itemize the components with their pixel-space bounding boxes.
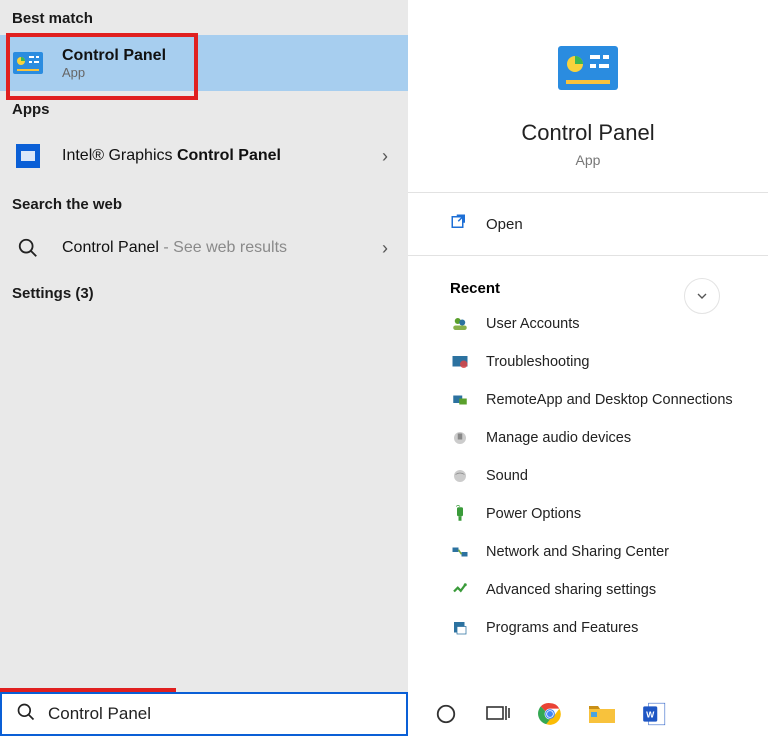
recent-item[interactable]: Manage audio devices — [408, 419, 768, 457]
recent-item[interactable]: Sound — [408, 457, 768, 495]
details-title: Control Panel — [408, 120, 768, 146]
chevron-right-icon: › — [382, 146, 388, 167]
recent-item-icon — [450, 466, 470, 486]
section-search-web: Search the web — [0, 186, 408, 221]
word-button[interactable]: W — [632, 694, 676, 734]
open-action[interactable]: Open — [408, 193, 768, 255]
task-view-button[interactable] — [476, 694, 520, 734]
recent-item-icon — [450, 504, 470, 524]
recent-item-label: User Accounts — [486, 316, 580, 332]
recent-item-icon — [450, 314, 470, 334]
app-result-title: Intel® Graphics Control Panel — [62, 147, 281, 165]
taskbar-search[interactable] — [0, 692, 408, 736]
recent-item-label: Sound — [486, 468, 528, 484]
recent-item-label: Network and Sharing Center — [486, 544, 669, 560]
recent-item[interactable]: User Accounts — [408, 305, 768, 343]
search-icon — [12, 232, 44, 264]
best-match-subtitle: App — [62, 65, 166, 80]
recent-item[interactable]: Power Options — [408, 495, 768, 533]
recent-item[interactable]: Programs and Features — [408, 609, 768, 647]
cortana-button[interactable] — [424, 694, 468, 734]
chevron-right-icon: › — [382, 238, 388, 259]
recent-item-label: Manage audio devices — [486, 430, 631, 446]
recent-item-icon — [450, 352, 470, 372]
recent-item-label: Troubleshooting — [486, 354, 589, 370]
recent-item-icon — [450, 618, 470, 638]
recent-item-label: RemoteApp and Desktop Connections — [486, 392, 733, 408]
recent-item[interactable]: RemoteApp and Desktop Connections — [408, 381, 768, 419]
recent-item[interactable]: Advanced sharing settings — [408, 571, 768, 609]
chrome-button[interactable] — [528, 694, 572, 734]
intel-graphics-icon — [12, 140, 44, 172]
search-input[interactable] — [48, 704, 406, 724]
recent-item-icon — [450, 390, 470, 410]
app-result-intel-graphics[interactable]: Intel® Graphics Control Panel › — [0, 126, 408, 186]
expand-button[interactable] — [684, 278, 720, 314]
best-match-result[interactable]: Control Panel App — [0, 35, 408, 91]
details-subtitle: App — [408, 152, 768, 168]
best-match-title: Control Panel — [62, 47, 166, 65]
control-panel-icon — [12, 47, 44, 79]
recent-item-icon — [450, 542, 470, 562]
recent-item-icon — [450, 580, 470, 600]
recent-item-icon — [450, 428, 470, 448]
section-settings[interactable]: Settings (3) — [0, 275, 408, 310]
recent-item-label: Programs and Features — [486, 620, 638, 636]
web-search-result[interactable]: Control Panel - See web results › — [0, 221, 408, 275]
file-explorer-button[interactable] — [580, 694, 624, 734]
search-results-pane: Best match Control Panel App Apps Intel®… — [0, 0, 408, 692]
details-pane: Control Panel App Open Recent User Accou… — [408, 0, 768, 692]
svg-text:W: W — [646, 709, 655, 719]
web-result-title: Control Panel - See web results — [62, 239, 287, 257]
recent-list: User Accounts Troubleshooting RemoteApp an… — [408, 305, 768, 647]
open-label: Open — [486, 216, 523, 233]
section-apps: Apps — [0, 91, 408, 126]
control-panel-large-icon — [558, 46, 618, 90]
section-best-match: Best match — [0, 0, 408, 35]
recent-item-label: Power Options — [486, 506, 581, 522]
recent-item[interactable]: Network and Sharing Center — [408, 533, 768, 571]
taskbar: W — [0, 692, 768, 736]
search-icon — [16, 702, 36, 727]
recent-item[interactable]: Troubleshooting — [408, 343, 768, 381]
recent-item-label: Advanced sharing settings — [486, 582, 656, 598]
open-icon — [450, 213, 468, 235]
